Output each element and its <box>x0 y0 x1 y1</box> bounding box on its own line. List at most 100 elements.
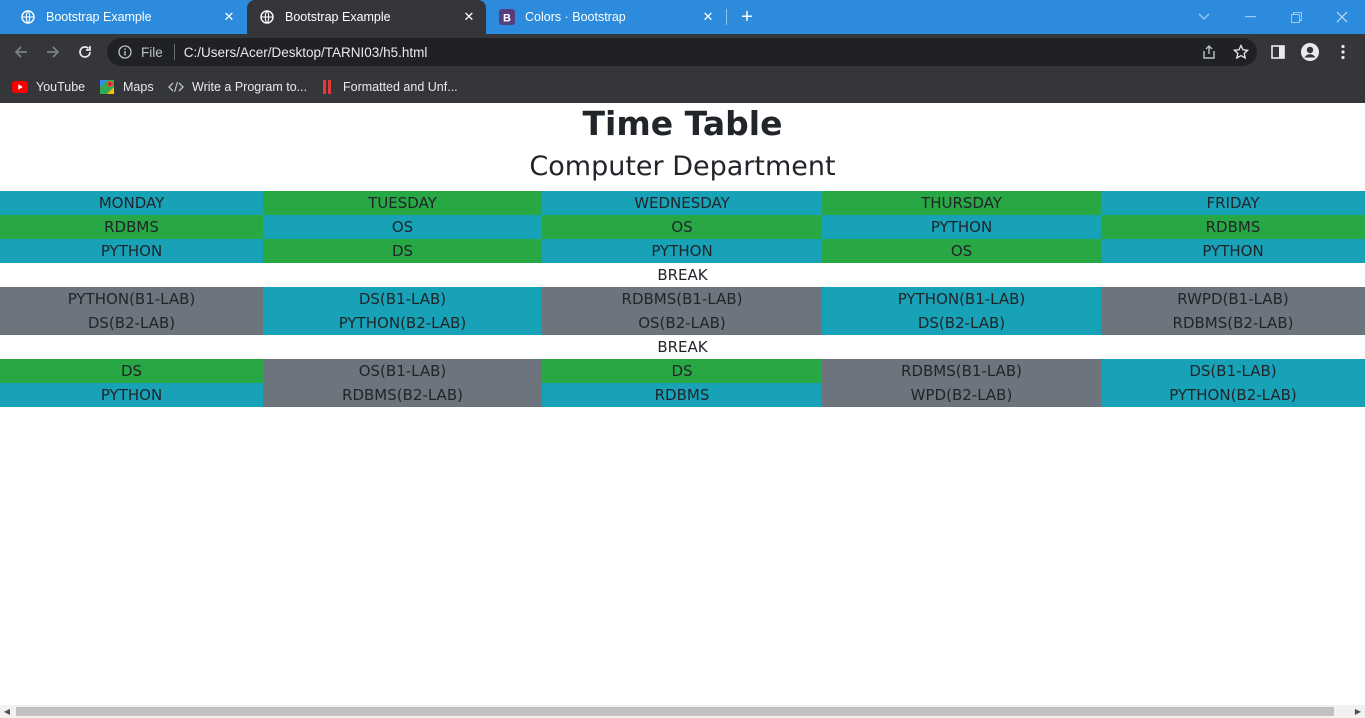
lab-b1: DS(B1-LAB) <box>358 290 447 308</box>
bootstrap-icon: B <box>499 9 515 25</box>
url-text[interactable]: C:/Users/Acer/Desktop/TARNI03/h5.html <box>184 45 428 60</box>
timetable-cell: DS(B1-LAB) <box>1101 359 1365 383</box>
bookmark-label: Write a Program to... <box>192 80 308 94</box>
timetable-cell: PYTHON <box>0 239 263 263</box>
lab-b2: OS(B2-LAB) <box>638 314 726 332</box>
lab-cell: RDBMS(B1-LAB) OS(B2-LAB) <box>542 287 822 335</box>
day-friday: FRIDAY <box>1101 191 1365 215</box>
bookmarks-bar: YouTube Maps Write a Program to... Forma… <box>0 70 1365 103</box>
globe-icon <box>20 9 36 25</box>
lab-cell: RWPD(B1-LAB) RDBMS(B2-LAB) <box>1101 287 1365 335</box>
timetable: MONDAY TUESDAY WEDNESDAY THURSDAY FRIDAY… <box>0 191 1365 407</box>
break-label: BREAK <box>0 263 1365 287</box>
timetable-cell: PYTHON <box>0 383 263 407</box>
page-content: Time Table Computer Department MONDAY TU… <box>0 103 1365 705</box>
bookmark-label: YouTube <box>36 80 86 94</box>
horizontal-scrollbar[interactable]: ◀ ▶ <box>0 705 1365 718</box>
break-row: BREAK <box>0 263 1365 287</box>
code-icon <box>168 79 184 95</box>
scrollbar-thumb[interactable] <box>16 707 1334 716</box>
timetable-cell: OS(B1-LAB) <box>263 359 542 383</box>
bookmark-star-icon[interactable] <box>1232 43 1250 65</box>
scroll-left-arrow-icon[interactable]: ◀ <box>0 705 14 718</box>
bookmark-label: Formatted and Unf... <box>343 80 458 94</box>
break-label: BREAK <box>0 335 1365 359</box>
globe-icon <box>259 9 275 25</box>
page-subtitle: Computer Department <box>529 151 836 182</box>
timetable-cell: PYTHON <box>542 239 822 263</box>
tab-separator <box>726 9 727 25</box>
timetable-cell: RDBMS(B2-LAB) <box>263 383 542 407</box>
reload-icon[interactable] <box>72 39 98 65</box>
tab-search-icon[interactable] <box>1181 0 1227 34</box>
day-thursday: THURSDAY <box>822 191 1101 215</box>
scroll-right-arrow-icon[interactable]: ▶ <box>1351 705 1365 718</box>
bookmark-write-a-program[interactable]: Write a Program to... <box>168 76 307 98</box>
lab-b2: DS(B2-LAB) <box>917 314 1006 332</box>
profile-avatar-icon[interactable] <box>1297 39 1323 65</box>
timetable-cell: RDBMS(B1-LAB) <box>822 359 1101 383</box>
tab-colors-bootstrap[interactable]: B Colors · Bootstrap ✕ <box>487 0 725 34</box>
lab-cell: DS(B1-LAB) PYTHON(B2-LAB) <box>263 287 542 335</box>
day-header-row: MONDAY TUESDAY WEDNESDAY THURSDAY FRIDAY <box>0 191 1365 215</box>
menu-kebab-icon[interactable] <box>1330 39 1356 65</box>
info-icon[interactable] <box>117 44 133 60</box>
address-bar[interactable]: File C:/Users/Acer/Desktop/TARNI03/h5.ht… <box>107 38 1257 66</box>
new-tab-button[interactable]: + <box>735 6 759 28</box>
lab-b2: DS(B2-LAB) <box>87 314 176 332</box>
lab-b1: PYTHON(B1-LAB) <box>67 290 196 308</box>
tab-title: Colors · Bootstrap <box>525 10 626 24</box>
timetable-cell: OS <box>263 215 542 239</box>
day-tuesday: TUESDAY <box>263 191 542 215</box>
timetable-row: DS OS(B1-LAB) DS RDBMS(B1-LAB) DS(B1-LAB… <box>0 359 1365 383</box>
close-tab-icon[interactable]: ✕ <box>699 8 717 26</box>
timetable-cell: OS <box>822 239 1101 263</box>
timetable-cell: DS <box>542 359 822 383</box>
lab-b1: RWPD(B1-LAB) <box>1177 290 1289 308</box>
timetable-cell: DS <box>0 359 263 383</box>
lab-b2: RDBMS(B2-LAB) <box>1172 314 1294 332</box>
timetable-row: RDBMS OS OS PYTHON RDBMS <box>0 215 1365 239</box>
tab-strip: Bootstrap Example ✕ Bootstrap Example ✕ … <box>0 0 1365 34</box>
tab-bootstrap-example-2[interactable]: Bootstrap Example ✕ <box>247 0 486 34</box>
day-monday: MONDAY <box>0 191 263 215</box>
timetable-cell: WPD(B2-LAB) <box>822 383 1101 407</box>
lab-row: PYTHON(B1-LAB) DS(B2-LAB) DS(B1-LAB) PYT… <box>0 287 1365 335</box>
browser-toolbar: File C:/Users/Acer/Desktop/TARNI03/h5.ht… <box>0 34 1365 70</box>
bookmark-maps[interactable]: Maps <box>99 76 154 98</box>
maps-icon <box>99 79 115 95</box>
omnibox-divider <box>173 44 175 60</box>
side-panel-icon[interactable] <box>1265 39 1291 65</box>
youtube-icon <box>12 79 28 95</box>
minimize-icon[interactable] <box>1227 0 1273 34</box>
lab-cell: PYTHON(B1-LAB) DS(B2-LAB) <box>0 287 263 335</box>
bookmark-formatted-and-unf[interactable]: Formatted and Unf... <box>319 76 458 98</box>
tab-bootstrap-example-1[interactable]: Bootstrap Example ✕ <box>8 0 246 34</box>
bookmark-youtube[interactable]: YouTube <box>12 76 85 98</box>
timetable-cell: RDBMS <box>0 215 263 239</box>
lab-b1: RDBMS(B1-LAB) <box>621 290 743 308</box>
timetable-cell: OS <box>542 215 822 239</box>
share-icon[interactable] <box>1201 44 1217 65</box>
break-row: BREAK <box>0 335 1365 359</box>
tab-title: Bootstrap Example <box>285 10 391 24</box>
tab-title: Bootstrap Example <box>46 10 152 24</box>
timetable-row: PYTHON DS PYTHON OS PYTHON <box>0 239 1365 263</box>
close-window-icon[interactable] <box>1319 0 1365 34</box>
restore-icon[interactable] <box>1273 0 1319 34</box>
file-scheme-label: File <box>141 44 163 60</box>
timetable-cell: RDBMS <box>1101 215 1365 239</box>
bookmark-label: Maps <box>123 80 154 94</box>
timetable-cell: PYTHON <box>1101 239 1365 263</box>
close-tab-icon[interactable]: ✕ <box>460 8 478 26</box>
bookmark-bars-icon <box>319 79 335 95</box>
lab-b2: PYTHON(B2-LAB) <box>338 314 467 332</box>
forward-arrow-icon[interactable] <box>40 39 66 65</box>
back-arrow-icon[interactable] <box>8 39 34 65</box>
timetable-cell: PYTHON(B2-LAB) <box>1101 383 1365 407</box>
close-tab-icon[interactable]: ✕ <box>220 8 238 26</box>
timetable-cell: PYTHON <box>822 215 1101 239</box>
page-title: Time Table <box>582 104 783 143</box>
timetable-cell: DS <box>263 239 542 263</box>
lab-cell: PYTHON(B1-LAB) DS(B2-LAB) <box>822 287 1101 335</box>
